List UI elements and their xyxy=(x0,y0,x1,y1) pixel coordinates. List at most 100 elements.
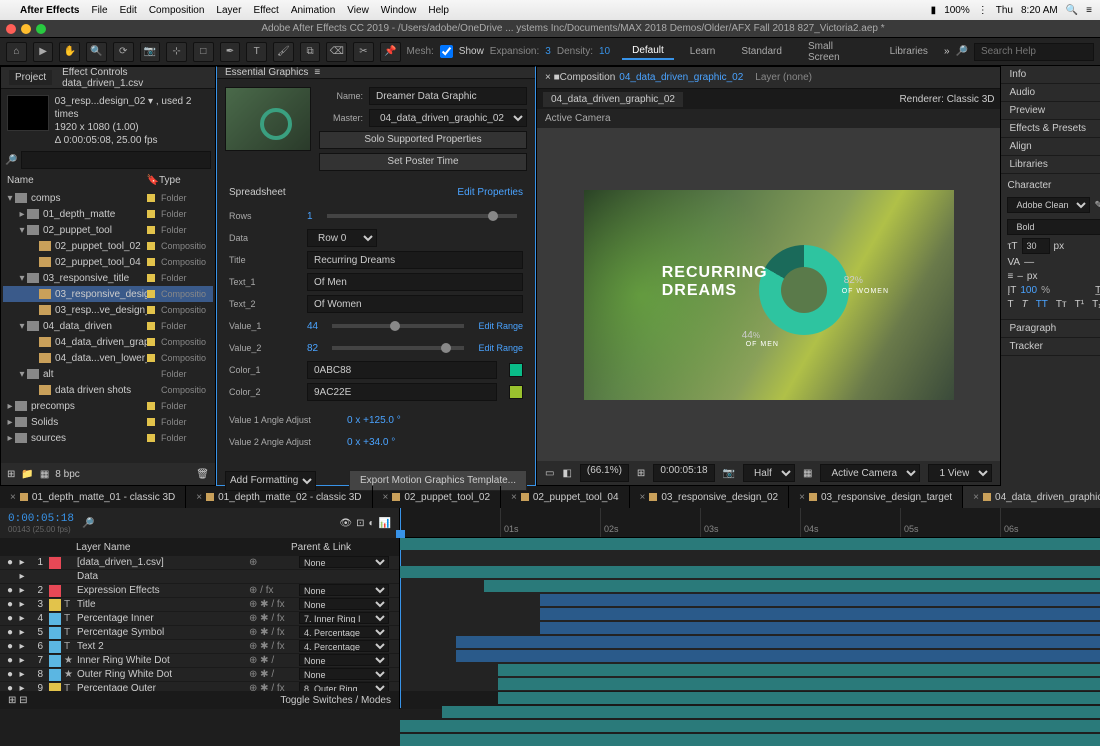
zoom-window[interactable] xyxy=(36,24,46,34)
panel-info[interactable]: Info xyxy=(1001,66,1100,84)
close-icon[interactable]: × xyxy=(640,492,646,503)
col-name[interactable]: Name xyxy=(7,175,147,186)
egp-master-select[interactable]: 04_data_driven_graphic_02 xyxy=(369,109,527,127)
ss-color2-input[interactable] xyxy=(307,383,497,401)
close-icon[interactable]: × xyxy=(799,492,805,503)
visibility-icon[interactable]: ● xyxy=(4,585,16,596)
timeline-layer-row[interactable]: ●▸8★Outer Ring White Dot⊕ ✱ /None xyxy=(0,668,399,682)
layer-bar[interactable] xyxy=(400,720,1100,732)
panel-align[interactable]: Align xyxy=(1001,138,1100,156)
timeline-layer-row[interactable]: ●▸3TTitle⊕ ✱ / fxNone xyxy=(0,598,399,612)
layer-bar[interactable] xyxy=(540,608,1100,620)
workspace-default[interactable]: Default xyxy=(622,43,674,60)
font-family-select[interactable]: Adobe Clean xyxy=(1007,197,1090,213)
timeline-tab[interactable]: ×01_depth_matte_02 - classic 3D xyxy=(186,486,372,508)
current-timecode[interactable]: 0:00:05:18 xyxy=(8,513,74,525)
toggle-switches-button[interactable]: Toggle Switches / Modes xyxy=(280,695,391,706)
minimize-window[interactable] xyxy=(21,24,31,34)
timeline-tab[interactable]: ×03_responsive_design_02 xyxy=(630,486,790,508)
eyedropper-icon[interactable]: ✎ xyxy=(1094,200,1100,211)
current-time[interactable]: 0:00:05:18 xyxy=(653,464,714,482)
zoom-tool-icon[interactable]: 🔍 xyxy=(86,42,107,62)
va1-value[interactable]: 0 x +125.0 ° xyxy=(347,415,401,426)
expansion-value[interactable]: 3 xyxy=(545,46,551,57)
project-item[interactable]: 03_responsive_design_02Compositio xyxy=(3,286,213,302)
edit-properties-link[interactable]: Edit Properties xyxy=(457,187,523,198)
shape-tool-icon[interactable]: □ xyxy=(193,42,214,62)
data-row-select[interactable]: Row 0 xyxy=(307,229,377,247)
ss-text1-input[interactable] xyxy=(307,273,523,291)
allcaps-icon[interactable]: TT xyxy=(1036,299,1048,310)
shy-icon[interactable]: 👁 xyxy=(339,518,352,529)
parent-select[interactable]: None xyxy=(299,598,389,610)
alpha-icon[interactable]: ◧ xyxy=(562,468,571,479)
layer-bar[interactable] xyxy=(400,566,1100,578)
visibility-icon[interactable]: ● xyxy=(4,613,16,624)
va2-value[interactable]: 0 x +34.0 ° xyxy=(347,437,395,448)
timeline-layer-row[interactable]: ●▸9TPercentage Outer⊕ ✱ / fx8. Outer Rin… xyxy=(0,682,399,691)
rows-slider[interactable] xyxy=(327,214,517,218)
trash-icon[interactable]: 🗑 xyxy=(196,469,209,480)
density-value[interactable]: 10 xyxy=(599,46,610,57)
motion-blur-icon[interactable]: ◐ xyxy=(369,518,375,529)
close-icon[interactable]: × xyxy=(511,492,517,503)
close-icon[interactable]: × xyxy=(196,492,202,503)
search-help-input[interactable] xyxy=(974,43,1094,61)
puppet-tool-icon[interactable]: 📌 xyxy=(380,42,401,62)
workspace-overflow-icon[interactable]: » xyxy=(944,46,950,57)
font-style-select[interactable]: Bold xyxy=(1007,219,1100,235)
project-item[interactable]: 02_puppet_tool_04Compositio xyxy=(3,254,213,270)
faux-italic-icon[interactable]: T xyxy=(1022,299,1028,310)
timeline-tab[interactable]: ×02_puppet_tool_04 xyxy=(501,486,629,508)
workspace-learn[interactable]: Learn xyxy=(680,44,726,59)
menu-layer[interactable]: Layer xyxy=(216,5,241,16)
bpc-button[interactable]: 8 bpc xyxy=(55,469,79,480)
new-folder-icon[interactable]: 📁 xyxy=(21,469,33,480)
visibility-icon[interactable]: ● xyxy=(4,599,16,610)
viewer-layer-tab[interactable]: Layer (none) xyxy=(755,72,812,83)
time-ruler[interactable]: 01s02s03s04s05s06s xyxy=(400,508,1100,538)
layer-bar[interactable] xyxy=(400,734,1100,746)
timeline-tab[interactable]: ×03_responsive_design_target xyxy=(789,486,963,508)
parent-select[interactable]: None xyxy=(299,654,389,666)
timeline-bars-area[interactable] xyxy=(400,538,1100,691)
project-item[interactable]: 03_resp...ve_design_targetCompositio xyxy=(3,302,213,318)
col-type[interactable]: Type xyxy=(159,175,209,186)
parent-select[interactable]: 4. Percentage xyxy=(299,626,389,638)
menu-file[interactable]: File xyxy=(91,5,107,16)
project-search-input[interactable] xyxy=(21,151,211,169)
comp-breadcrumb[interactable]: 04_data_driven_graphic_02 xyxy=(543,92,683,107)
label-column-icon[interactable]: 🔖 xyxy=(147,175,159,186)
resolution-select[interactable]: Half xyxy=(743,464,795,482)
roto-tool-icon[interactable]: ✂ xyxy=(353,42,374,62)
graph-editor-icon[interactable]: 📊 xyxy=(379,518,391,529)
close-icon[interactable]: × xyxy=(10,492,16,503)
camera-tool-icon[interactable]: 📷 xyxy=(140,42,161,62)
edit-range-1[interactable]: Edit Range xyxy=(478,321,523,331)
res-icon[interactable]: ⊞ xyxy=(637,468,645,479)
visibility-icon[interactable]: ● xyxy=(4,655,16,666)
parent-select[interactable]: None xyxy=(299,668,389,680)
layer-bar[interactable] xyxy=(498,692,1100,704)
layer-bar[interactable] xyxy=(442,706,1100,718)
text-tool-icon[interactable]: T xyxy=(246,42,267,62)
panel-effects[interactable]: Effects & Presets xyxy=(1001,120,1100,138)
rotate-tool-icon[interactable]: ⟳ xyxy=(113,42,134,62)
timeline-layer-row[interactable]: ●▸5TPercentage Symbol⊕ ✱ / fx4. Percenta… xyxy=(0,626,399,640)
project-item[interactable]: ▸01_depth_matteFolder xyxy=(3,206,213,222)
layer-bar[interactable] xyxy=(456,650,1100,662)
effect-controls-tab[interactable]: Effect Controls data_driven_1.csv xyxy=(56,65,203,91)
col-layer-name[interactable]: Layer Name xyxy=(76,542,283,553)
faux-bold-icon[interactable]: T xyxy=(1007,299,1013,310)
renderer-value[interactable]: Classic 3D xyxy=(947,94,995,105)
new-comp-icon[interactable]: ▦ xyxy=(40,469,49,480)
layer-bar[interactable] xyxy=(498,664,1100,676)
search-icon[interactable]: 🔎 xyxy=(82,518,94,529)
value1-slider[interactable] xyxy=(332,324,464,328)
set-poster-time-button[interactable]: Set Poster Time xyxy=(319,153,527,171)
parent-select[interactable]: 8. Outer Ring xyxy=(299,682,389,691)
panel-paragraph[interactable]: Paragraph xyxy=(1001,320,1100,338)
egp-name-input[interactable] xyxy=(369,87,527,105)
workspace-libraries[interactable]: Libraries xyxy=(880,44,938,59)
panel-libraries[interactable]: Libraries xyxy=(1001,156,1100,174)
